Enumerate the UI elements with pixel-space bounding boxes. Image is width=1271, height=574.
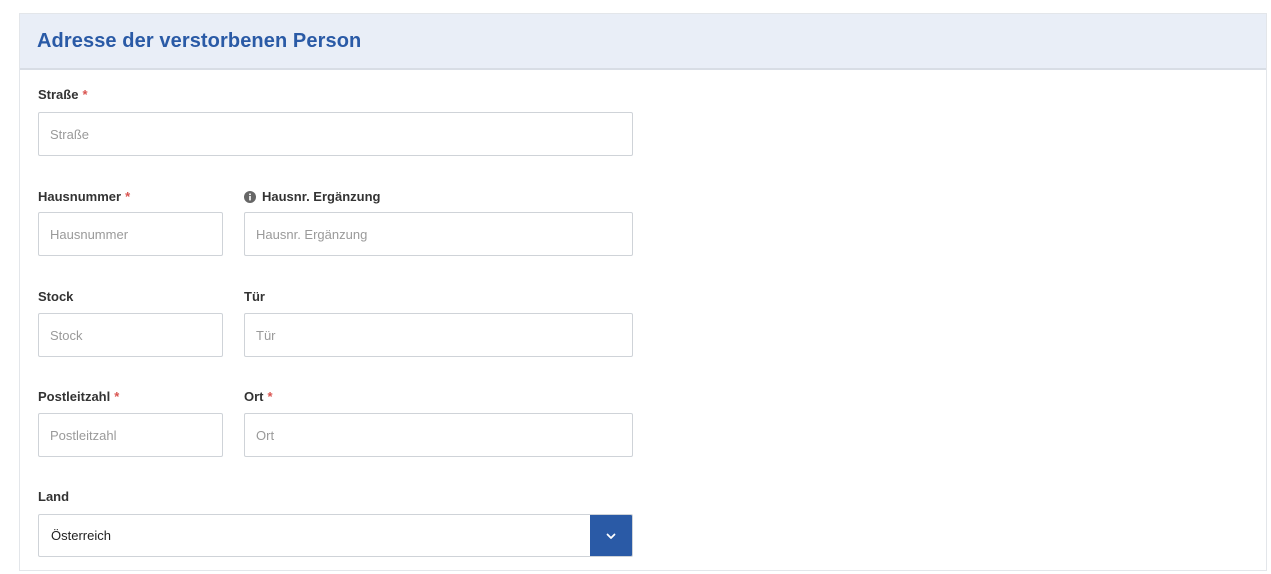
hausnr-ergaenzung-input[interactable] <box>244 212 633 256</box>
hausnummer-label-text: Hausnummer <box>38 189 122 204</box>
required-marker: * <box>267 389 273 404</box>
land-label-text: Land <box>38 489 70 504</box>
tuer-label: Tür <box>244 289 265 304</box>
address-panel: Adresse der verstorbenen Person <box>19 13 1267 571</box>
required-marker: * <box>82 87 88 102</box>
postleitzahl-label-text: Postleitzahl <box>38 389 111 404</box>
panel-header: Adresse der verstorbenen Person <box>20 14 1266 70</box>
hausnummer-input[interactable] <box>38 212 223 256</box>
ort-label-text: Ort <box>244 389 264 404</box>
ort-label: Ort * <box>244 389 273 404</box>
stock-label-text: Stock <box>38 289 74 304</box>
panel-title: Adresse der verstorbenen Person <box>37 29 362 52</box>
chevron-down-icon <box>606 527 616 545</box>
postleitzahl-label: Postleitzahl * <box>38 389 119 404</box>
strasse-label-text: Straße <box>38 87 79 102</box>
hausnummer-label: Hausnummer * <box>38 189 130 204</box>
strasse-label: Straße * <box>38 87 88 102</box>
tuer-input[interactable] <box>244 313 633 357</box>
tuer-label-text: Tür <box>244 289 265 304</box>
hausnr-ergaenzung-label-text: Hausnr. Ergänzung <box>262 189 381 204</box>
hausnr-ergaenzung-label: Hausnr. Ergänzung <box>244 189 380 204</box>
stock-input[interactable] <box>38 313 223 357</box>
ort-input[interactable] <box>244 413 633 457</box>
land-dropdown-button[interactable] <box>590 515 632 556</box>
required-marker: * <box>125 189 131 204</box>
land-select[interactable]: Österreich <box>38 514 633 557</box>
stock-label: Stock <box>38 289 73 304</box>
postleitzahl-input[interactable] <box>38 413 223 457</box>
info-icon[interactable] <box>244 190 256 203</box>
land-selected-value: Österreich <box>51 528 111 543</box>
required-marker: * <box>114 389 120 404</box>
strasse-input[interactable] <box>38 112 633 156</box>
land-label: Land <box>38 489 69 504</box>
